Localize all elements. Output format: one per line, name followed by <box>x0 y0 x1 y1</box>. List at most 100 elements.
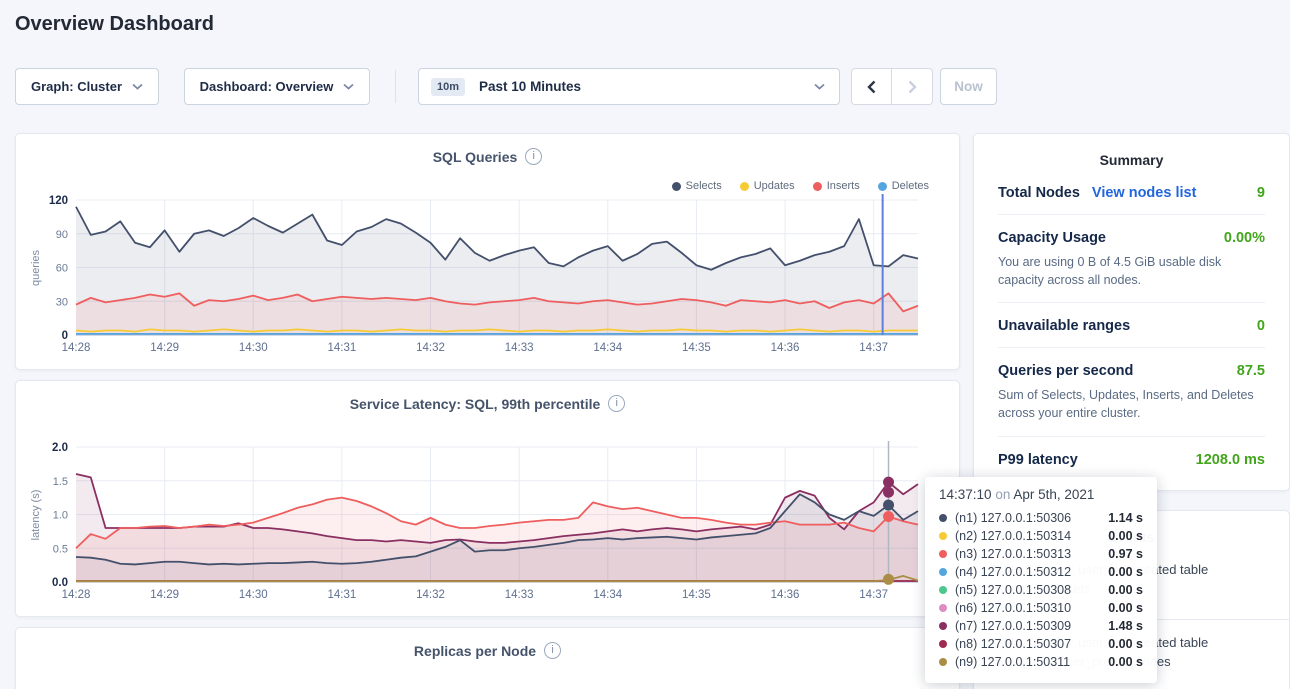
svg-text:1.0: 1.0 <box>53 510 68 522</box>
summary-row: P99 latency1208.0 ms <box>998 437 1265 481</box>
summary-row-label: Capacity Usage <box>998 230 1106 246</box>
svg-text:14:30: 14:30 <box>239 589 268 601</box>
time-next-button[interactable] <box>892 69 932 104</box>
replicas-per-node-panel: Replicas per Node i <box>15 627 960 689</box>
series-color-dot <box>939 622 947 630</box>
tooltip-node-value: 0.00 s <box>1108 583 1143 597</box>
tooltip-node-value: 0.00 s <box>1108 529 1143 543</box>
tooltip-row: (n8) 127.0.0.1:50307 0.00 s <box>939 635 1143 653</box>
svg-text:1.5: 1.5 <box>53 476 68 488</box>
summary-row-label: Total Nodes <box>998 185 1080 201</box>
tooltip-node-label: (n2) 127.0.0.1:50314 <box>955 529 1100 543</box>
chevron-right-icon <box>908 80 917 94</box>
tooltip-node-value: 1.14 s <box>1108 511 1143 525</box>
tooltip-row: (n9) 127.0.0.1:50311 0.00 s <box>939 653 1143 671</box>
graph-selector-dropdown[interactable]: Graph: Cluster <box>15 68 159 105</box>
tooltip-row: (n7) 127.0.0.1:503091.48 s <box>939 617 1143 635</box>
series-color-dot <box>939 514 947 522</box>
tooltip-row: (n2) 127.0.0.1:50314 0.00 s <box>939 527 1143 545</box>
tooltip-time: 14:37:10 <box>939 487 992 502</box>
svg-text:0: 0 <box>62 330 68 342</box>
view-nodes-list-link[interactable]: View nodes list <box>1092 185 1197 201</box>
chart-title: Replicas per Node <box>414 643 536 659</box>
summary-row-value: 87.5 <box>1237 363 1265 379</box>
svg-text:14:34: 14:34 <box>593 589 622 601</box>
svg-text:14:35: 14:35 <box>682 589 711 601</box>
svg-text:0.5: 0.5 <box>53 543 68 555</box>
svg-text:14:33: 14:33 <box>505 589 534 601</box>
sql_queries-canvas: 14:2814:2914:3014:3114:3214:3314:3414:35… <box>16 190 961 365</box>
tooltip-date: Apr 5th, 2021 <box>1013 487 1094 502</box>
svg-text:14:37: 14:37 <box>859 589 888 601</box>
tooltip-node-value: 0.00 s <box>1108 601 1143 615</box>
dashboard-selector-label: Dashboard: Overview <box>200 79 334 94</box>
tooltip-on: on <box>995 487 1010 502</box>
now-button[interactable]: Now <box>940 68 997 105</box>
svg-text:60: 60 <box>56 263 68 275</box>
svg-text:120: 120 <box>49 195 68 207</box>
tooltip-node-label: (n8) 127.0.0.1:50307 <box>955 637 1100 651</box>
summary-row: Total Nodes View nodes list 9 <box>998 170 1265 215</box>
time-range-picker[interactable]: 10m Past 10 Minutes <box>418 68 840 105</box>
summary-row-description: You are using 0 B of 4.5 GiB usable disk… <box>998 253 1265 289</box>
tooltip-node-label: (n4) 127.0.0.1:50312 <box>955 565 1100 579</box>
series-color-dot <box>939 550 947 558</box>
tooltip-node-label: (n9) 127.0.0.1:50311 <box>955 655 1100 669</box>
svg-text:14:33: 14:33 <box>505 342 534 354</box>
svg-text:14:37: 14:37 <box>859 342 888 354</box>
chevron-down-icon <box>814 83 825 90</box>
info-icon[interactable]: i <box>608 395 625 412</box>
tooltip-row: (n6) 127.0.0.1:503100.00 s <box>939 599 1143 617</box>
svg-text:14:31: 14:31 <box>328 589 357 601</box>
svg-text:14:28: 14:28 <box>62 589 91 601</box>
series-color-dot <box>939 604 947 612</box>
overview-dashboard-page: Overview Dashboard Graph: Cluster Dashbo… <box>0 0 1290 689</box>
time-range-badge: 10m <box>431 78 465 96</box>
summary-panel: Summary Total Nodes View nodes list 9 Capac… <box>973 133 1290 491</box>
svg-text:14:35: 14:35 <box>682 342 711 354</box>
svg-text:14:36: 14:36 <box>771 589 800 601</box>
tooltip-node-value: 0.97 s <box>1108 547 1143 561</box>
series-color-dot <box>939 532 947 540</box>
svg-text:14:32: 14:32 <box>416 589 445 601</box>
summary-row: Capacity Usage0.00%You are using 0 B of … <box>998 215 1265 303</box>
series-color-dot <box>939 658 947 666</box>
svg-text:14:30: 14:30 <box>239 342 268 354</box>
tooltip-row: (n5) 127.0.0.1:503080.00 s <box>939 581 1143 599</box>
summary-title: Summary <box>974 152 1289 168</box>
latency-canvas: 14:28 14:29 14:30 14:31 14:32 14:33 14:34 14:35… <box>16 437 961 612</box>
svg-text:14:36: 14:36 <box>771 342 800 354</box>
tooltip-node-value: 0.00 s <box>1108 637 1143 651</box>
dashboard-selector-dropdown[interactable]: Dashboard: Overview <box>184 68 370 105</box>
info-icon[interactable]: i <box>525 148 542 165</box>
tooltip-row: (n4) 127.0.0.1:50312 0.00 s <box>939 563 1143 581</box>
svg-text:90: 90 <box>56 229 68 241</box>
tooltip-row: (n1) 127.0.0.1:503061.14 s <box>939 509 1143 527</box>
chevron-down-icon <box>132 83 143 90</box>
chevron-down-icon <box>343 83 354 90</box>
series-color-dot <box>939 586 947 594</box>
summary-row-label: P99 latency <box>998 452 1078 468</box>
page-title: Overview Dashboard <box>15 13 214 36</box>
summary-row-label: Queries per second <box>998 363 1133 379</box>
info-icon[interactable]: i <box>544 642 561 659</box>
tooltip-node-value: 0.00 s <box>1108 655 1143 669</box>
service-latency-chart[interactable]: 14:28 14:29 14:30 14:31 14:32 14:33 14:34 14:35… <box>16 437 961 612</box>
svg-text:14:29: 14:29 <box>150 342 179 354</box>
summary-row-description: Sum of Selects, Updates, Inserts, and De… <box>998 386 1265 422</box>
svg-text:14:34: 14:34 <box>593 342 622 354</box>
time-range-label: Past 10 Minutes <box>479 79 814 94</box>
tooltip-timestamp: 14:37:10 on Apr 5th, 2021 <box>939 487 1143 502</box>
graph-selector-label: Graph: Cluster <box>31 79 122 94</box>
summary-row-value: 9 <box>1257 185 1265 201</box>
svg-text:2.0: 2.0 <box>52 442 68 454</box>
service-latency-panel: Service Latency: SQL, 99th percentile i … <box>15 380 960 617</box>
chart-hover-tooltip: 14:37:10 on Apr 5th, 2021 (n1) 127.0.0.1… <box>925 477 1157 683</box>
time-prev-button[interactable] <box>852 69 892 104</box>
svg-text:14:29: 14:29 <box>150 589 179 601</box>
series-color-dot <box>939 568 947 576</box>
tooltip-node-value: 0.00 s <box>1108 565 1143 579</box>
sql-queries-chart[interactable]: 14:2814:2914:3014:3114:3214:3314:3414:35… <box>16 190 961 365</box>
sql-queries-panel: SQL Queries i SelectsUpdatesInsertsDelet… <box>15 133 960 370</box>
tooltip-row: (n3) 127.0.0.1:503130.97 s <box>939 545 1143 563</box>
